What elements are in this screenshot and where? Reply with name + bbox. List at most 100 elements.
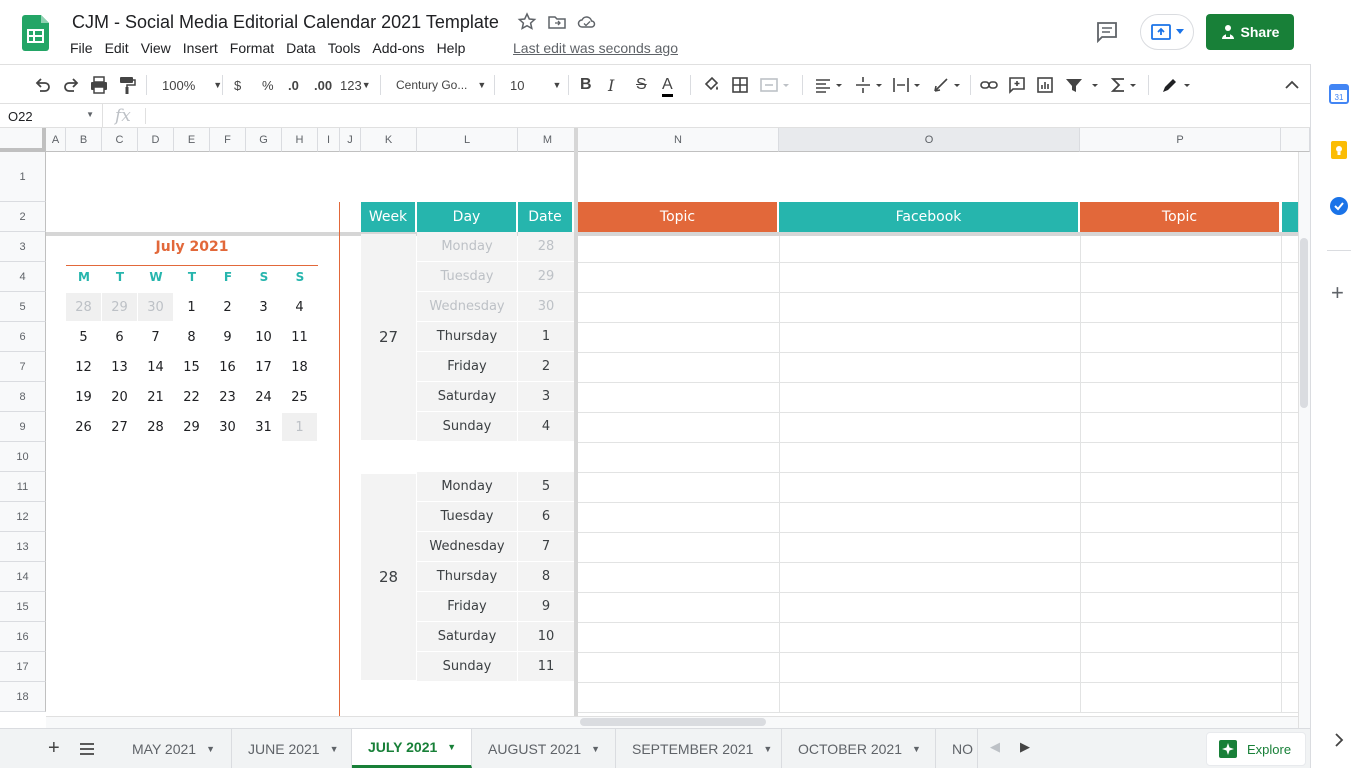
tab-august-2021[interactable]: AUGUST 2021 ▼ xyxy=(472,729,616,768)
row-header-9[interactable]: 9 xyxy=(0,412,46,442)
functions-icon[interactable] xyxy=(1110,75,1142,95)
date-cell[interactable]: 30 xyxy=(518,292,574,322)
merge-cells-icon[interactable] xyxy=(760,75,790,95)
day-cell[interactable]: Thursday xyxy=(417,562,517,592)
calendar-day[interactable]: 16 xyxy=(210,353,245,381)
horizontal-scrollbar-thumb[interactable] xyxy=(580,718,766,726)
column-header-o[interactable]: O xyxy=(779,128,1080,152)
day-cell[interactable]: Tuesday xyxy=(417,262,517,292)
calendar-day[interactable]: 17 xyxy=(246,353,281,381)
menu-insert[interactable]: Insert xyxy=(177,40,224,58)
calendar-day[interactable]: 30 xyxy=(138,293,173,321)
star-icon[interactable] xyxy=(517,12,537,32)
vertical-scrollbar-thumb[interactable] xyxy=(1300,238,1308,408)
calendar-day[interactable]: 24 xyxy=(246,383,281,411)
filter-icon[interactable] xyxy=(1064,75,1102,95)
row-header-16[interactable]: 16 xyxy=(0,622,46,652)
column-header-d[interactable]: D xyxy=(138,128,174,152)
calendar-day[interactable]: 11 xyxy=(282,323,317,351)
comments-icon[interactable] xyxy=(1096,21,1118,43)
scroll-tabs-left-icon[interactable]: ◀ xyxy=(990,739,1000,755)
date-cell[interactable]: 11 xyxy=(518,652,574,682)
insert-link-icon[interactable] xyxy=(980,75,998,95)
calendar-day[interactable]: 1 xyxy=(174,293,209,321)
document-title[interactable]: CJM - Social Media Editorial Calendar 20… xyxy=(72,12,499,33)
add-sheet-icon[interactable]: + xyxy=(48,737,60,760)
column-header-g[interactable]: G xyxy=(246,128,282,152)
calendar-day[interactable]: 30 xyxy=(210,413,245,441)
menu-addons[interactable]: Add-ons xyxy=(366,40,430,58)
calendar-day[interactable]: 20 xyxy=(102,383,137,411)
calendar-day[interactable]: 28 xyxy=(138,413,173,441)
fill-color-icon[interactable] xyxy=(702,75,720,95)
calendar-day[interactable]: 27 xyxy=(102,413,137,441)
menu-edit[interactable]: Edit xyxy=(99,40,135,58)
date-cell[interactable]: 28 xyxy=(518,232,574,262)
row-header-10[interactable]: 10 xyxy=(0,442,46,472)
column-header-j[interactable]: J xyxy=(340,128,361,152)
column-header-c[interactable]: C xyxy=(102,128,138,152)
all-sheets-icon[interactable] xyxy=(80,743,94,755)
italic-button[interactable]: I xyxy=(608,75,614,95)
borders-icon[interactable] xyxy=(732,75,748,95)
column-header-n[interactable]: N xyxy=(578,128,779,152)
bold-button[interactable]: B xyxy=(580,75,592,95)
spreadsheet-grid[interactable]: ABCDEFGHIJKLMNOP 1 2 3 4 5 6 7 8 9 10 11 12 13 14 15 16… xyxy=(0,128,1310,728)
tab-october-2021[interactable]: OCTOBER 2021 ▼ xyxy=(782,729,936,768)
sheets-logo-icon[interactable] xyxy=(22,15,49,51)
date-cell[interactable]: 9 xyxy=(518,592,574,622)
edit-pen-icon[interactable] xyxy=(1160,75,1194,95)
column-header-p[interactable]: P xyxy=(1080,128,1281,152)
collapse-toolbar-icon[interactable] xyxy=(1284,75,1300,95)
keep-icon[interactable] xyxy=(1329,140,1349,160)
decrease-decimal-button[interactable]: .0 xyxy=(288,75,299,95)
font-size-select[interactable]: 10 ▼ xyxy=(510,75,561,95)
column-header-l[interactable]: L xyxy=(417,128,518,152)
menu-format[interactable]: Format xyxy=(224,40,280,58)
day-cell[interactable]: Thursday xyxy=(417,322,517,352)
day-cell[interactable]: Sunday xyxy=(417,652,517,682)
row-header-5[interactable]: 5 xyxy=(0,292,46,322)
calendar-icon[interactable]: 31 xyxy=(1329,84,1349,104)
tab-november-2021[interactable]: NO xyxy=(936,729,978,768)
calendar-day[interactable]: 3 xyxy=(246,293,281,321)
row-header-1[interactable]: 1 xyxy=(0,152,46,202)
day-cell[interactable]: Friday xyxy=(417,352,517,382)
get-addons-icon[interactable]: + xyxy=(1331,280,1344,306)
print-icon[interactable] xyxy=(90,75,108,95)
tab-may-2021[interactable]: MAY 2021 ▼ xyxy=(116,729,232,768)
day-cell[interactable]: Monday xyxy=(417,472,517,502)
scroll-tabs-right-icon[interactable]: ▶ xyxy=(1020,739,1030,755)
expand-panel-icon[interactable] xyxy=(1333,732,1345,748)
date-cell[interactable]: 7 xyxy=(518,532,574,562)
date-cell[interactable]: 4 xyxy=(518,412,574,442)
calendar-day[interactable]: 1 xyxy=(282,413,317,441)
row-header-12[interactable]: 12 xyxy=(0,502,46,532)
calendar-day[interactable]: 15 xyxy=(174,353,209,381)
paint-format-icon[interactable] xyxy=(118,75,136,95)
column-header-i[interactable]: I xyxy=(318,128,340,152)
text-color-button[interactable]: A xyxy=(662,75,673,97)
date-cell[interactable]: 5 xyxy=(518,472,574,502)
column-header-h[interactable]: H xyxy=(282,128,318,152)
calendar-day[interactable]: 21 xyxy=(138,383,173,411)
day-cell[interactable]: Sunday xyxy=(417,412,517,442)
zoom-select[interactable]: 100% ▼ xyxy=(162,75,222,95)
tab-june-2021[interactable]: JUNE 2021 ▼ xyxy=(232,729,352,768)
column-header-f[interactable]: F xyxy=(210,128,246,152)
row-header-13[interactable]: 13 xyxy=(0,532,46,562)
calendar-day[interactable]: 23 xyxy=(210,383,245,411)
undo-icon[interactable] xyxy=(34,75,52,95)
day-cell[interactable]: Saturday xyxy=(417,622,517,652)
last-edit-link[interactable]: Last edit was seconds ago xyxy=(513,40,678,56)
calendar-day[interactable]: 9 xyxy=(210,323,245,351)
percent-format-button[interactable]: % xyxy=(262,75,274,95)
currency-format-button[interactable]: $ xyxy=(234,75,241,95)
day-cell[interactable]: Friday xyxy=(417,592,517,622)
row-header-4[interactable]: 4 xyxy=(0,262,46,292)
column-header-k[interactable]: K xyxy=(361,128,417,152)
row-header-8[interactable]: 8 xyxy=(0,382,46,412)
menu-help[interactable]: Help xyxy=(431,40,472,58)
calendar-day[interactable]: 10 xyxy=(246,323,281,351)
day-cell[interactable]: Wednesday xyxy=(417,292,517,322)
